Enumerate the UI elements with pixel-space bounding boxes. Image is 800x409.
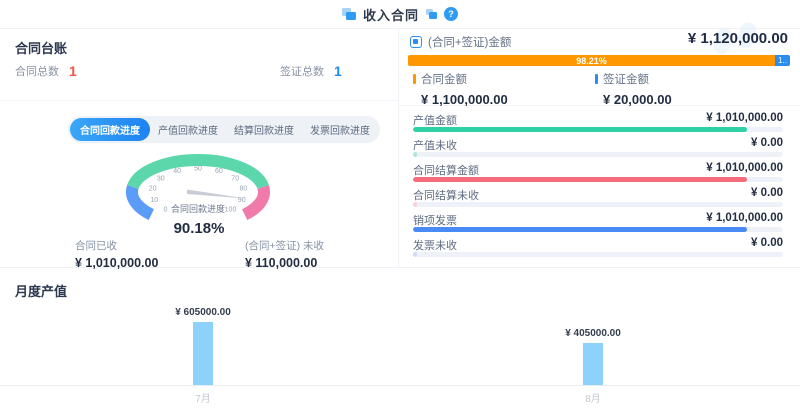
svg-text:10: 10 (150, 197, 158, 204)
metric-track (413, 227, 783, 232)
metric-row-output-unreceived: 产值未收 ¥ 0.00 (413, 137, 786, 162)
metric-label: 合同结算未收 (413, 187, 479, 203)
svg-text:70: 70 (231, 175, 239, 182)
contract-visa-stacked-bar: 98.21% 1.. (408, 55, 790, 66)
contract-legend-marker (413, 74, 416, 84)
tab-contract-payment-progress[interactable]: 合同回款进度 (70, 118, 150, 141)
contract-ratio-segment: 98.21% (408, 55, 775, 66)
metric-track (413, 202, 783, 207)
tab-output-payment-progress[interactable]: 产值回款进度 (150, 119, 226, 140)
metric-track (413, 177, 783, 182)
bar-july[interactable] (193, 322, 213, 385)
contract-count-stat: 合同总数 1 (15, 63, 77, 79)
page-title: 收入合同 (363, 5, 419, 24)
svg-text:20: 20 (149, 186, 157, 193)
metric-value: ¥ 0.00 (751, 187, 783, 199)
metric-value: ¥ 1,010,000.00 (706, 162, 783, 174)
metric-label: 产值金额 (413, 112, 457, 128)
metric-fill (413, 152, 417, 157)
received-label: 合同已收 (75, 238, 158, 253)
metric-fill (413, 252, 417, 257)
svg-text:100: 100 (225, 207, 237, 214)
x-tick-july: 7月 (143, 390, 263, 405)
contract-amount-legend: 合同金额 ¥ 1,100,000.00 (413, 71, 508, 107)
gauge-chart: 0102030405060708090100 合同回款进度 (98, 146, 298, 224)
x-tick-august: 8月 (533, 390, 653, 405)
metric-track (413, 127, 783, 132)
gauge-segment-high (245, 187, 264, 215)
visa-amount-label: 签证金额 (603, 71, 649, 87)
received-stat: 合同已收 ¥ 1,010,000.00 (75, 238, 158, 270)
unreceived-label: (合同+签证) 未收 (245, 238, 324, 253)
vertical-divider (398, 28, 399, 268)
contract-amount-label: 合同金额 (421, 71, 467, 87)
metric-label: 发票未收 (413, 237, 457, 253)
bar-group-august: ¥ 405000.00 (533, 328, 653, 385)
gauge-percent: 90.18% (0, 220, 398, 237)
visa-ratio-segment: 1.. (775, 55, 790, 66)
svg-text:40: 40 (173, 168, 181, 175)
gauge-segment-mid (133, 160, 263, 187)
visa-legend-marker (595, 74, 598, 84)
metric-row-settlement-amount: 合同结算金额 ¥ 1,010,000.00 (413, 162, 786, 187)
contract-count-value: 1 (69, 63, 77, 79)
ledger-divider (0, 100, 398, 101)
contract-amount-value: ¥ 1,100,000.00 (421, 92, 508, 107)
bar-group-july: ¥ 605000.00 (143, 307, 263, 385)
metric-label: 合同结算金额 (413, 162, 479, 178)
tab-settlement-payment-progress[interactable]: 结算回款进度 (226, 119, 302, 140)
document-icon (342, 8, 356, 20)
visa-count-stat: 签证总数 1 (280, 63, 342, 79)
ledger-title: 合同台账 (15, 38, 67, 57)
progress-tab-group: 合同回款进度 产值回款进度 结算回款进度 发票回款进度 (68, 116, 380, 143)
summary-title: (合同+签证)金额 (428, 34, 511, 50)
monthly-output-title: 月度产值 (15, 281, 67, 300)
tab-invoice-payment-progress[interactable]: 发票回款进度 (302, 119, 378, 140)
metric-value: ¥ 0.00 (751, 137, 783, 149)
bar-value-label: ¥ 605000.00 (175, 307, 231, 318)
unreceived-value: ¥ 110,000.00 (245, 256, 324, 270)
metric-row-output-amount: 产值金额 ¥ 1,010,000.00 (413, 112, 786, 137)
metric-track (413, 252, 783, 257)
contract-count-label: 合同总数 (15, 63, 59, 79)
metric-fill (413, 127, 747, 132)
svg-text:50: 50 (194, 166, 202, 173)
visa-count-label: 签证总数 (280, 63, 324, 79)
svg-text:30: 30 (157, 175, 165, 182)
metric-label: 产值未收 (413, 137, 457, 153)
document-small-icon (426, 9, 437, 19)
x-axis-line (0, 385, 800, 386)
metric-label: 销项发票 (413, 212, 457, 228)
metric-row-settlement-unreceived: 合同结算未收 ¥ 0.00 (413, 187, 786, 212)
svg-text:60: 60 (215, 168, 223, 175)
metric-fill (413, 227, 747, 232)
visa-count-value: 1 (334, 63, 342, 79)
gauge-title: 合同回款进度 (171, 203, 225, 214)
unreceived-stat: (合同+签证) 未收 ¥ 110,000.00 (245, 238, 324, 270)
visa-amount-legend: 签证金额 ¥ 20,000.00 (595, 71, 672, 107)
summary-total-value: ¥ 1,120,000.00 (688, 30, 788, 47)
help-icon[interactable]: ? (444, 7, 458, 21)
metric-value: ¥ 1,010,000.00 (706, 212, 783, 224)
page-header: 收入合同 ? (0, 0, 800, 28)
metric-row-output-invoice: 销项发票 ¥ 1,010,000.00 (413, 212, 786, 237)
metric-track (413, 152, 783, 157)
metric-row-invoice-unreceived: 发票未收 ¥ 0.00 (413, 237, 786, 262)
visa-amount-value: ¥ 20,000.00 (603, 92, 672, 107)
bar-value-label: ¥ 405000.00 (565, 328, 621, 339)
metric-fill (413, 177, 747, 182)
svg-text:80: 80 (240, 186, 248, 193)
bar-august[interactable] (583, 343, 603, 385)
metric-fill (413, 202, 417, 207)
metric-value: ¥ 1,010,000.00 (706, 112, 783, 124)
income-contract-dashboard: 收入合同 ? 合同台账 合同总数 1 签证总数 1 合同回款进度 产值回款进度 … (0, 0, 800, 409)
received-value: ¥ 1,010,000.00 (75, 256, 158, 270)
contract-amount-icon (410, 36, 422, 48)
metric-value: ¥ 0.00 (751, 237, 783, 249)
svg-text:0: 0 (164, 207, 168, 214)
